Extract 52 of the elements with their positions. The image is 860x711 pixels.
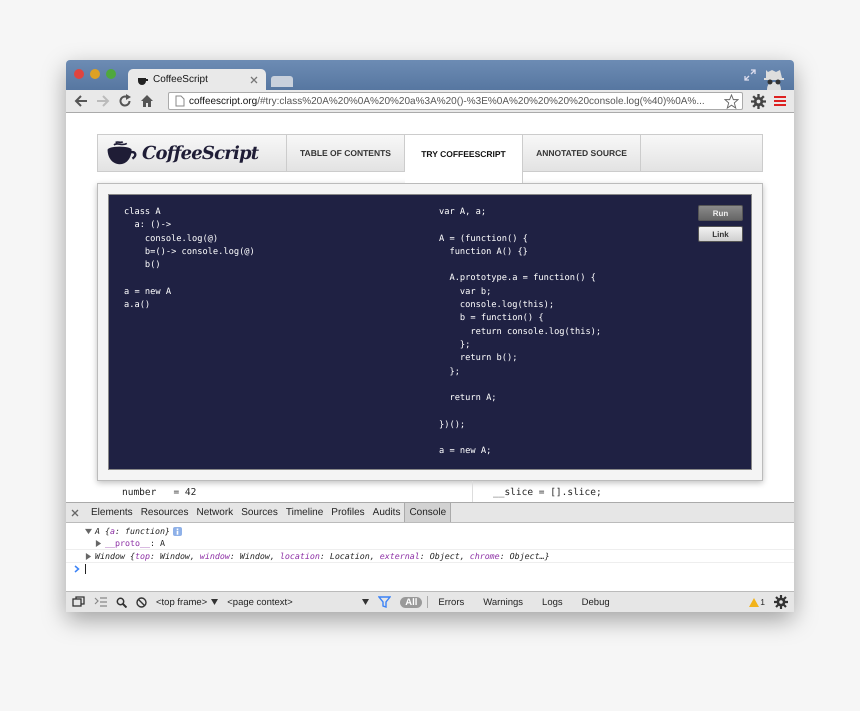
console-entry: A {a: function} xyxy=(95,526,170,536)
nav-tab[interactable]: TRY COFFEESCRIPT xyxy=(405,134,523,183)
clear-console-icon[interactable] xyxy=(136,596,147,608)
close-icon[interactable] xyxy=(250,76,258,84)
reload-icon[interactable] xyxy=(118,94,132,108)
frame-select[interactable]: <top frame> xyxy=(156,596,218,608)
javascript-output: var A, a; A = (function() { function A() {} A.prototype.a = function() { var b; console.log(this); b = function() { return console.log(this); }; return b(); }; return A; })(); a = new A; xyxy=(439,206,602,458)
console-entry: __proto__: A xyxy=(105,538,165,548)
link-button[interactable]: Link xyxy=(698,226,743,242)
menu-icon[interactable] xyxy=(774,95,786,107)
dropdown-icon xyxy=(211,599,218,605)
context-select[interactable]: <page context> xyxy=(227,596,370,608)
log-level-filter[interactable]: Errors xyxy=(433,596,470,608)
log-level-filter[interactable]: Logs xyxy=(537,596,568,608)
console-entry: Window {top: Window, window: Window, location: Location, external: Object, chrome: Object…} xyxy=(95,551,550,561)
filter-icon[interactable] xyxy=(378,596,392,608)
page-icon xyxy=(175,95,185,107)
close-icon[interactable] xyxy=(71,508,79,516)
settings-icon[interactable] xyxy=(774,595,788,609)
star-icon[interactable] xyxy=(724,94,739,108)
warning-count: 1 xyxy=(760,597,765,607)
devtools-tab[interactable]: Timeline xyxy=(282,503,328,522)
devtools-tab[interactable]: Resources xyxy=(136,503,192,522)
code-line: __slice = [].slice; xyxy=(493,486,602,498)
run-button[interactable]: Run xyxy=(698,205,743,221)
console-drawer-icon[interactable] xyxy=(94,597,107,607)
nav-tab[interactable]: ANNOTATED SOURCE xyxy=(523,134,641,172)
back-icon[interactable] xyxy=(74,94,88,108)
coffee-cup-icon xyxy=(106,140,138,166)
devtools-tab[interactable]: Network xyxy=(192,503,238,522)
devtools-tab[interactable]: Elements xyxy=(87,503,137,522)
log-level-filter[interactable]: Debug xyxy=(576,596,615,608)
dropdown-icon xyxy=(362,599,370,605)
expand-triangle-icon[interactable] xyxy=(95,540,102,546)
log-level-filter[interactable]: Warnings xyxy=(478,596,528,608)
devtools-tab[interactable]: Audits xyxy=(368,503,404,522)
settings-icon[interactable] xyxy=(751,94,766,108)
fullscreen-icon[interactable] xyxy=(744,69,756,81)
expand-triangle-icon[interactable] xyxy=(85,552,92,560)
devtools-tab[interactable]: Sources xyxy=(237,503,282,522)
coffeescript-editor[interactable]: class A a: ()-> console.log(@) b=()-> console.log(@) b() a = new A a.a() xyxy=(124,206,439,469)
collapse-triangle-icon[interactable] xyxy=(85,528,92,534)
nav-tab[interactable]: TABLE OF CONTENTS xyxy=(287,134,405,172)
code-line: number = 42 xyxy=(122,486,196,498)
search-icon[interactable] xyxy=(116,596,127,608)
dock-icon[interactable] xyxy=(72,596,85,608)
home-icon[interactable] xyxy=(140,94,154,108)
devtools-tab[interactable]: Profiles xyxy=(327,503,369,522)
address-bar[interactable]: coffeescript.org/#try:class%20A%20%0A%20%20a%3A%20()-%3E%0A%20%20%20%20console.log(%40)%0A%... xyxy=(168,92,743,110)
devtools-tab[interactable]: Console xyxy=(404,503,452,522)
browser-tab[interactable]: CoffeeScript xyxy=(128,69,266,90)
prompt-icon xyxy=(74,565,80,573)
